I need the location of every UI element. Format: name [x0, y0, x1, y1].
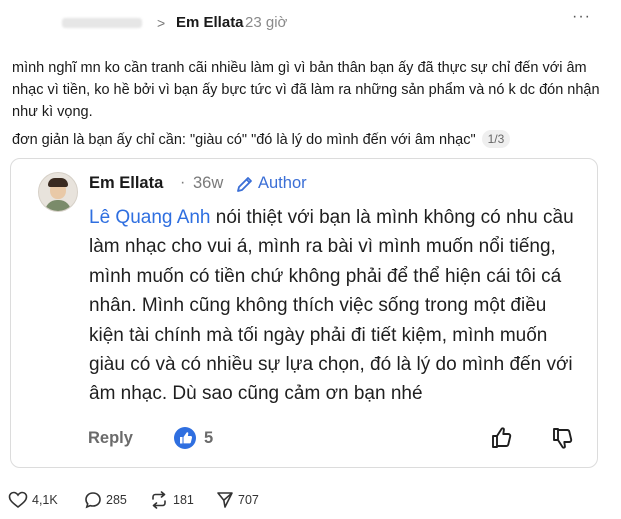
post-body-paragraph-2: đơn giản là bạn ấy chỉ cần: "giàu có" "đ…: [12, 129, 602, 151]
like-count-footer: 4,1K: [32, 493, 58, 507]
post-action-bar: 4,1K 285 181 707: [0, 485, 621, 515]
comment-body: nói thiệt với bạn là mình không có nhu c…: [89, 207, 574, 405]
post-timestamp: 23 giờ: [245, 14, 288, 31]
like-count: 5: [204, 429, 214, 447]
post-author-name[interactable]: Em Ellata: [176, 14, 244, 31]
post-header: > Em Ellata 23 giờ ···: [0, 6, 621, 40]
post-quote-text: đơn giản là bạn ấy chỉ cần: "giàu có" "đ…: [12, 132, 476, 148]
comment-author-name[interactable]: Em Ellata: [89, 174, 163, 193]
author-badge: Author: [258, 174, 307, 192]
like-action[interactable]: 4,1K: [8, 491, 58, 509]
quoted-comment-card[interactable]: Em Ellata · 36w Author Lê Quang Anh nói …: [10, 158, 598, 468]
pencil-icon: [237, 177, 252, 192]
user-mention[interactable]: Lê Quang Anh: [89, 207, 211, 228]
heart-icon: [8, 491, 28, 509]
meta-separator: ·: [180, 174, 186, 191]
comment-action[interactable]: 285: [84, 491, 127, 509]
repost-icon: [152, 491, 166, 509]
image-counter-badge: 1/3: [481, 130, 511, 148]
share-count: 707: [238, 493, 259, 507]
avatar[interactable]: [38, 172, 78, 212]
like-icon: [174, 427, 196, 449]
comment-age: 36w: [193, 174, 224, 192]
reply-arrow-icon: >: [157, 15, 166, 31]
post-body-paragraph-1: mình nghĩ mn ko cần tranh cãi nhiều làm …: [12, 60, 600, 120]
blurred-username: [62, 18, 142, 28]
more-options-icon[interactable]: ···: [572, 8, 591, 26]
send-icon: [217, 492, 233, 508]
thumbs-up-icon[interactable]: [489, 425, 515, 451]
reply-button[interactable]: Reply: [88, 429, 133, 448]
repost-count: 181: [173, 493, 194, 507]
repost-action[interactable]: 181: [149, 491, 194, 509]
thumbs-down-icon[interactable]: [550, 425, 576, 451]
share-action[interactable]: 707: [216, 491, 259, 509]
comment-text: Lê Quang Anh nói thiệt với bạn là mình k…: [89, 203, 581, 409]
comment-icon: [85, 492, 101, 509]
comment-count: 285: [106, 493, 127, 507]
